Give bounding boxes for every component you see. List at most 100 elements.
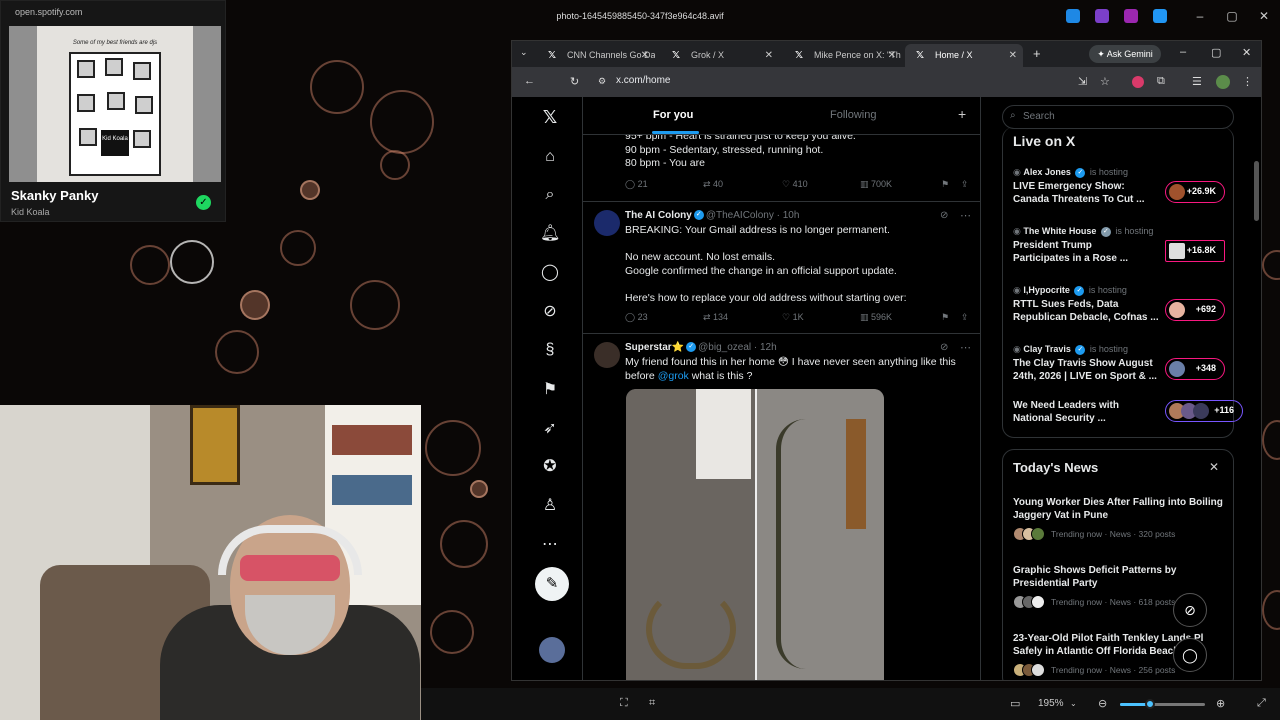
close-icon[interactable]: ✕ [1209,460,1219,474]
tray-app-icon[interactable] [1153,9,1167,23]
like-button[interactable]: ♡ 1K [782,312,804,323]
live-item-title[interactable]: President Trump Participates in a Rose ..… [1013,239,1163,265]
bookmark-star-icon[interactable]: ☆ [1100,75,1110,88]
rocket-icon[interactable]: ➶ [540,419,560,439]
more-icon[interactable]: ⋯ [540,535,560,555]
tray-app-icon[interactable] [1124,9,1138,23]
tab-close-icon[interactable]: ✕ [888,44,896,67]
like-button[interactable]: ♡ 410 [782,179,808,190]
album-art[interactable]: Some of my best friends are djs Kid Koal… [9,26,221,182]
compose-icon[interactable]: ✎ [535,567,569,601]
live-host[interactable]: ◉ The White House ✓ is hosting [1013,226,1153,237]
avatar[interactable] [594,342,620,368]
author-handle[interactable]: @TheAIColony [706,210,774,221]
close-icon[interactable]: ✕ [1256,9,1272,23]
zoom-in-icon[interactable]: ⊕ [1216,697,1225,710]
live-listener-pill[interactable]: +26.9K [1165,181,1225,203]
tab-grok[interactable]: 𝕏 Grok / X ✕ [661,44,779,67]
reply-button[interactable]: ◯ 23 [625,312,648,323]
views-button[interactable]: ▥ 596K [860,312,892,323]
live-listener-pill[interactable]: +692 [1165,299,1225,321]
repost-button[interactable]: ⇄ 134 [703,312,728,323]
text-select-icon[interactable]: ⌗ [649,697,655,710]
home-icon[interactable]: ⌂ [540,147,560,167]
tab-cnn[interactable]: 𝕏 CNN Channels Go Da ✕ [537,44,655,67]
profile-avatar[interactable] [1216,75,1230,89]
track-title[interactable]: Skanky Panky [11,188,98,203]
tweet-time[interactable]: · 10h [777,210,800,221]
zoom-out-icon[interactable]: ⊖ [1098,697,1107,710]
live-item-title[interactable]: We Need Leaders with National Security ..… [1013,399,1163,425]
extension-icon[interactable] [1132,76,1144,88]
live-listener-pill[interactable]: +116 [1165,400,1243,422]
tab-for-you[interactable]: For you [653,109,693,121]
reading-list-icon[interactable]: ☰ [1192,75,1202,88]
repost-button[interactable]: ⇄ 40 [703,179,723,190]
tweet-media-image[interactable] [626,389,884,680]
live-host[interactable]: ◉ Alex Jones ✓ is hosting [1013,167,1128,178]
live-host[interactable]: ◉ Clay Travis ✓ is hosting [1013,344,1128,355]
author-name[interactable]: Superstar⭐ [625,342,684,353]
live-host[interactable]: ◉ I,Hypocrite ✓ is hosting [1013,285,1127,296]
track-artist[interactable]: Kid Koala [11,207,50,217]
site-info-icon[interactable]: ⚙ [598,76,606,87]
verified-orgs-icon[interactable]: ✪ [540,457,560,477]
search-input[interactable]: Search [1002,105,1234,129]
tab-following[interactable]: Following [830,109,876,121]
chevron-down-icon[interactable]: ⌄ [1070,699,1077,708]
grok-icon[interactable]: ⊘ [940,342,948,353]
maximize-icon[interactable]: ▢ [1224,9,1240,23]
grok-mention-link[interactable]: @grok [658,370,689,382]
zoom-slider[interactable] [1120,699,1205,709]
back-icon[interactable]: ← [524,75,535,87]
zoom-level[interactable]: 195% [1038,698,1064,709]
minimize-icon[interactable]: – [1180,46,1186,58]
crop-icon[interactable]: ⛶ [620,697,628,710]
news-item[interactable]: Young Worker Dies After Falling into Boi… [1013,496,1233,522]
menu-kebab-icon[interactable]: ⋮ [1242,75,1253,88]
tray-app-icon[interactable] [1066,9,1080,23]
author-name[interactable]: The AI Colony [625,210,692,221]
tab-home-x[interactable]: 𝕏 Home / X ✕ [905,44,1023,67]
profile-icon[interactable]: ♙ [540,496,560,516]
add-feed-icon[interactable]: + [958,106,966,122]
tab-close-icon[interactable]: ✕ [765,44,773,67]
tweet-time[interactable]: · 12h [754,342,777,353]
bell-icon[interactable]: 🔔︎ [540,224,560,244]
bookmark-icon[interactable]: ⚑ [941,179,949,190]
author-handle[interactable]: @big_ozeal [698,342,751,353]
tab-close-icon[interactable]: ✕ [641,44,649,67]
x-logo-icon[interactable]: 𝕏 [540,107,560,127]
live-listener-pill[interactable]: +348 [1165,358,1225,380]
tray-app-icon[interactable] [1095,9,1109,23]
views-button[interactable]: ▥ 700K [860,179,892,190]
new-tab-icon[interactable]: + [1033,46,1041,61]
share-icon[interactable]: ⇪ [961,179,969,190]
premium-icon[interactable]: § [540,340,560,360]
live-item-title[interactable]: RTTL Sues Feds, Data Republican Debacle, … [1013,298,1163,324]
grok-icon[interactable]: ⊘ [940,210,948,221]
reply-button[interactable]: ◯ 21 [625,179,648,190]
live-listener-pill[interactable]: +16.8K [1165,240,1225,262]
grok-fab-icon[interactable]: ⊘ [1173,593,1207,627]
avatar[interactable] [594,210,620,236]
install-app-icon[interactable]: ⇲ [1078,75,1087,88]
news-item[interactable]: Graphic Shows Deficit Patterns by Preside… [1013,564,1233,590]
extensions-puzzle-icon[interactable]: ⧉ [1157,75,1165,88]
ask-gemini-button[interactable]: ✦ Ask Gemini [1089,45,1161,63]
scrollbar[interactable] [1254,161,1259,221]
saved-check-icon[interactable]: ✓ [196,195,211,210]
close-icon[interactable]: ✕ [1242,46,1251,59]
bookmark-icon[interactable]: ⚑ [540,380,560,400]
more-icon[interactable]: ⋯ [960,341,971,354]
bookmark-icon[interactable]: ⚑ [941,312,949,323]
more-icon[interactable]: ⋯ [960,209,971,222]
messages-fab-icon[interactable]: ◯ [1173,638,1207,672]
reload-icon[interactable]: ↻ [570,75,579,88]
grok-icon[interactable]: ⊘ [540,302,560,322]
share-icon[interactable]: ⇪ [961,312,969,323]
search-icon[interactable]: ⌕ [540,185,560,205]
user-avatar[interactable] [539,637,565,663]
tab-search-icon[interactable]: ⌄ [520,47,528,58]
fit-screen-icon[interactable]: ▭ [1010,697,1020,710]
